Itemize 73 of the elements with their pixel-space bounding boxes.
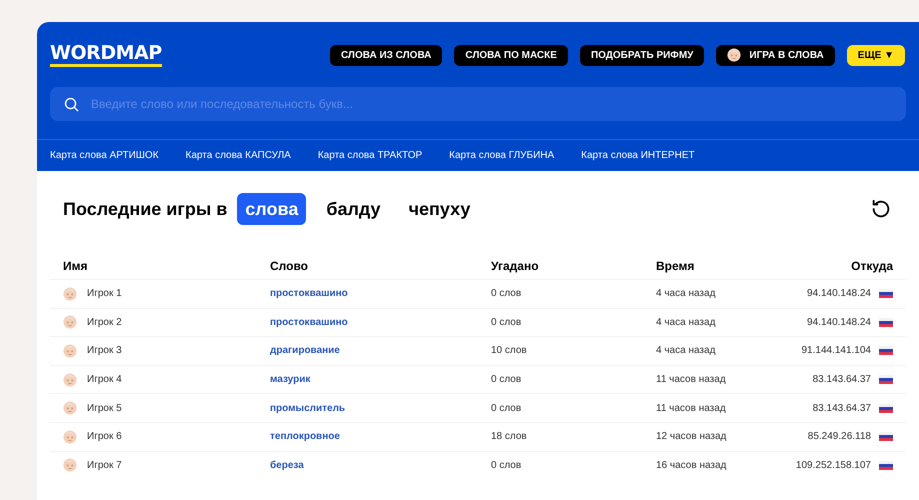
game-tab[interactable]: чепуху bbox=[400, 193, 478, 225]
time-ago: 4 часа назад bbox=[656, 344, 716, 358]
refresh-icon[interactable] bbox=[870, 198, 892, 220]
nav-button[interactable]: ПОДОБРАТЬ РИФМУ bbox=[580, 44, 704, 66]
word-link[interactable]: промыслитель bbox=[270, 400, 346, 416]
word-map-link[interactable]: Карта слова ГЛУБИНА bbox=[449, 148, 554, 163]
flag-icon bbox=[879, 432, 893, 442]
word-map-link[interactable]: Карта слова ИНТЕРНЕТ bbox=[581, 148, 695, 163]
word-link[interactable]: теплокровное bbox=[270, 429, 340, 444]
search-field[interactable]: Введите слово или последовательность букв... bbox=[50, 87, 906, 121]
word-link[interactable]: простоквашино bbox=[270, 286, 348, 302]
guessed-count: 0 слов bbox=[491, 402, 522, 416]
word-link[interactable]: простоквашино bbox=[270, 314, 348, 330]
grandma-avatar-icon bbox=[63, 401, 77, 416]
guessed-count: 0 слов bbox=[491, 458, 522, 473]
grandma-avatar-icon bbox=[63, 458, 77, 472]
nav-button[interactable]: ЕЩЕ ▼ bbox=[846, 44, 905, 66]
ip-address: 85.249.26.118 bbox=[808, 430, 871, 444]
game-tab[interactable]: слова bbox=[237, 193, 306, 225]
grandma-avatar-icon bbox=[63, 430, 77, 444]
time-ago: 12 часов назад bbox=[656, 430, 726, 444]
guessed-count: 18 слов bbox=[491, 430, 527, 444]
column-header: Угадано bbox=[491, 258, 539, 275]
player-name: Игрок 7 bbox=[87, 458, 122, 473]
column-header: Имя bbox=[63, 258, 88, 275]
flag-icon bbox=[879, 404, 893, 413]
time-ago: 4 часа назад bbox=[656, 287, 716, 302]
nav-button[interactable]: ИГРА В СЛОВА bbox=[716, 44, 835, 66]
time-ago: 11 часов назад bbox=[656, 402, 726, 416]
word-map-link[interactable]: Карта слова КАПСУЛА bbox=[186, 148, 291, 163]
guessed-count: 0 слов bbox=[491, 287, 522, 302]
player-name: Игрок 2 bbox=[87, 316, 122, 330]
grandma-avatar-icon bbox=[63, 315, 77, 330]
nav-button[interactable]: СЛОВА ПО МАСКЕ bbox=[454, 44, 568, 66]
word-link[interactable]: драгирование bbox=[270, 343, 340, 358]
grandma-avatar-icon bbox=[727, 48, 742, 62]
flag-icon bbox=[879, 346, 893, 356]
search-icon bbox=[64, 97, 79, 112]
player-name: Игрок 1 bbox=[87, 287, 122, 302]
ip-address: 109.252.158.107 bbox=[796, 458, 871, 473]
flag-icon bbox=[879, 375, 893, 384]
player-name: Игрок 5 bbox=[87, 402, 122, 416]
ip-address: 91.144.141.104 bbox=[801, 344, 871, 358]
player-name: Игрок 3 bbox=[87, 344, 122, 358]
ip-address: 83.143.64.37 bbox=[812, 402, 871, 416]
nav-button[interactable]: СЛОВА ИЗ СЛОВА bbox=[330, 44, 442, 66]
guessed-count: 0 слов bbox=[491, 316, 522, 330]
section-title: Последние игры в bbox=[63, 198, 228, 221]
ip-address: 94.140.148.24 bbox=[807, 287, 871, 302]
guessed-count: 0 слов bbox=[491, 373, 522, 388]
game-tab[interactable]: балду bbox=[318, 193, 389, 225]
column-header: Откуда bbox=[851, 258, 893, 275]
word-map-link[interactable]: Карта слова АРТИШОК bbox=[50, 148, 159, 163]
grandma-avatar-icon bbox=[63, 286, 77, 301]
flag-icon bbox=[879, 289, 893, 298]
guessed-count: 10 слов bbox=[491, 344, 527, 358]
player-name: Игрок 6 bbox=[87, 430, 122, 444]
ip-address: 83.143.64.37 bbox=[812, 373, 871, 388]
time-ago: 16 часов назад bbox=[656, 458, 726, 473]
word-link[interactable]: береза bbox=[270, 458, 304, 473]
flag-icon bbox=[879, 318, 893, 327]
column-header: Время bbox=[656, 258, 694, 275]
word-link[interactable]: мазурик bbox=[270, 372, 310, 388]
wordmap-logo[interactable]: WORDMAP bbox=[50, 43, 162, 67]
player-name: Игрок 4 bbox=[87, 373, 122, 388]
time-ago: 11 часов назад bbox=[656, 373, 726, 388]
flag-icon bbox=[879, 460, 893, 470]
ip-address: 94.140.148.24 bbox=[807, 316, 871, 330]
grandma-avatar-icon bbox=[63, 344, 77, 358]
time-ago: 4 часа назад bbox=[656, 316, 716, 330]
column-header: Слово bbox=[270, 258, 308, 275]
word-map-link[interactable]: Карта слова ТРАКТОР bbox=[318, 148, 422, 163]
grandma-avatar-icon bbox=[63, 372, 77, 387]
